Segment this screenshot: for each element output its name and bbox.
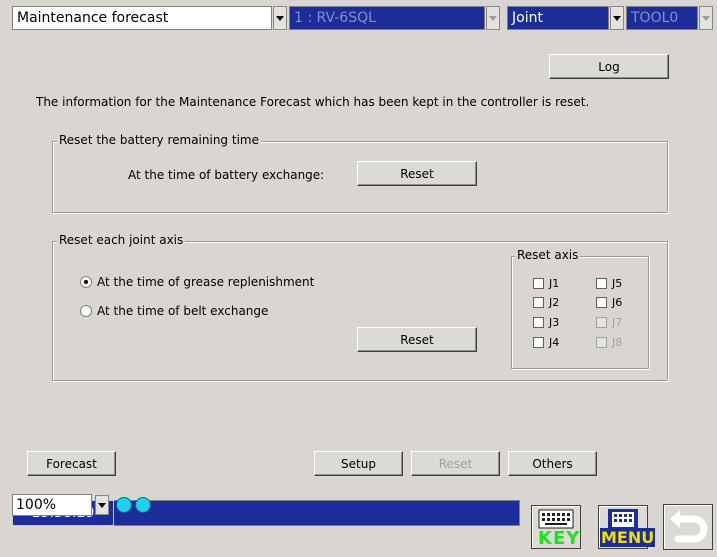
zoom-dropdown-button[interactable] <box>95 495 109 515</box>
axis-j6-checkbox[interactable] <box>596 297 607 308</box>
grease-replenishment-label[interactable]: At the time of grease replenishment <box>97 275 314 289</box>
chevron-down-icon <box>702 15 710 21</box>
menu-label: MENU <box>600 528 656 547</box>
status-indicator-1-icon <box>116 497 132 513</box>
mode-select-value: Maintenance forecast <box>17 10 169 26</box>
reset-button: Reset <box>411 451 500 476</box>
reset-axis-group: Reset axis <box>511 248 649 369</box>
axis-j1-label: J1 <box>549 277 560 290</box>
grease-replenishment-radio[interactable] <box>80 276 92 288</box>
coord-dropdown-button[interactable] <box>610 6 624 30</box>
chevron-down-icon <box>489 15 497 21</box>
tool-select: TOOL0 <box>626 6 698 30</box>
axis-j8-checkbox <box>596 337 607 348</box>
status-indicator-2-icon <box>135 497 151 513</box>
axis-j2-checkbox[interactable] <box>533 297 544 308</box>
info-text: The information for the Maintenance Fore… <box>36 95 590 109</box>
battery-group-title: Reset the battery remaining time <box>57 133 261 147</box>
others-button[interactable]: Others <box>508 451 597 476</box>
belt-exchange-label[interactable]: At the time of belt exchange <box>97 304 268 318</box>
robot-select: 1 : RV-6SQL <box>289 6 485 30</box>
zoom-value: 100% <box>16 497 57 513</box>
mode-dropdown-button[interactable] <box>273 6 287 30</box>
axis-j2-label: J2 <box>549 296 560 309</box>
log-button[interactable]: Log <box>549 54 669 79</box>
tool-select-value: TOOL0 <box>631 10 679 26</box>
chevron-down-icon <box>276 15 284 21</box>
axis-j5-label: J5 <box>612 277 623 290</box>
robot-dropdown-button <box>486 6 500 30</box>
forecast-button[interactable]: Forecast <box>27 451 116 476</box>
axis-j4-checkbox[interactable] <box>533 337 544 348</box>
joint-group-title: Reset each joint axis <box>57 233 186 247</box>
back-arrow-icon <box>670 510 708 543</box>
axis-j5-checkbox[interactable] <box>596 278 607 289</box>
joint-reset-button[interactable]: Reset <box>357 327 477 352</box>
axis-j7-label: J7 <box>612 316 623 329</box>
mode-select[interactable]: Maintenance forecast <box>12 6 272 30</box>
axis-j7-checkbox <box>596 317 607 328</box>
axis-j3-checkbox[interactable] <box>533 317 544 328</box>
axis-j3-label: J3 <box>549 316 560 329</box>
axis-j8-label: J8 <box>612 336 623 349</box>
battery-exchange-label: At the time of battery exchange: <box>128 168 325 182</box>
setup-button[interactable]: Setup <box>314 451 403 476</box>
coord-select-value: Joint <box>512 10 543 26</box>
belt-exchange-radio[interactable] <box>80 305 92 317</box>
zoom-select[interactable]: 100% <box>12 494 92 516</box>
battery-reset-button[interactable]: Reset <box>357 161 477 186</box>
chevron-down-icon <box>98 502 106 508</box>
back-button[interactable] <box>663 504 713 550</box>
axis-j1-checkbox[interactable] <box>533 278 544 289</box>
key-label: KEY <box>538 528 581 549</box>
axis-j6-label: J6 <box>612 296 623 309</box>
chevron-down-icon <box>613 15 621 21</box>
robot-select-value: 1 : RV-6SQL <box>294 10 376 26</box>
coord-select[interactable]: Joint <box>507 6 609 30</box>
tool-dropdown-button <box>699 6 713 30</box>
reset-axis-title: Reset axis <box>515 248 581 262</box>
axis-j4-label: J4 <box>549 336 560 349</box>
